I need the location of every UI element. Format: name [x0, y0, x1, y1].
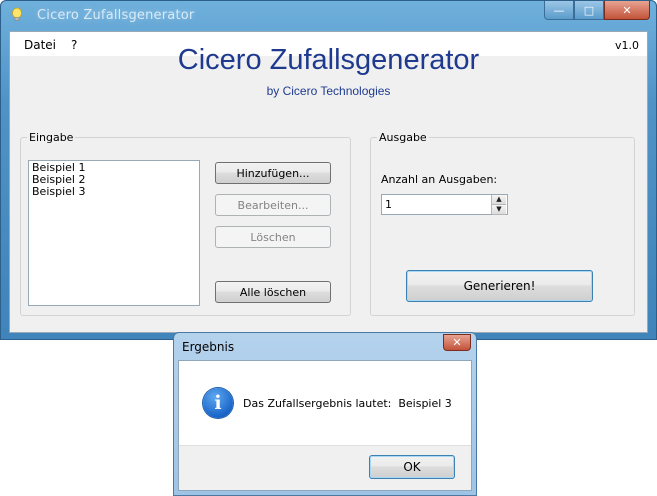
main-window: Cicero Zufallsgenerator — □ ✕ Datei ? v1… [0, 0, 657, 340]
add-button[interactable]: Hinzufügen... [215, 162, 331, 184]
items-listbox[interactable]: Beispiel 1 Beispiel 2 Beispiel 3 [28, 160, 200, 306]
clear-all-button[interactable]: Alle löschen [215, 281, 331, 303]
client-area: Datei ? v1.0 Cicero Zufallsgenerator by … [9, 31, 648, 333]
maximize-button[interactable]: □ [574, 1, 604, 20]
window-title: Cicero Zufallsgenerator [37, 8, 195, 23]
stepper-arrows: ▲ ▼ [491, 195, 507, 215]
generate-button[interactable]: Generieren! [406, 270, 593, 302]
minimize-icon: — [553, 3, 565, 17]
maximize-icon: □ [583, 3, 595, 17]
output-count-label: Anzahl an Ausgaben: [381, 173, 498, 186]
dialog-message: Das Zufallsergebnis lautet: Beispiel 3 [243, 397, 452, 410]
ok-button[interactable]: OK [369, 455, 455, 479]
info-icon: i [203, 388, 233, 418]
dialog-footer: OK [179, 445, 471, 490]
lightbulb-icon [12, 7, 22, 21]
title-bar[interactable]: Cicero Zufallsgenerator — □ ✕ [1, 1, 656, 31]
input-group-legend: Eingabe [29, 131, 74, 144]
app-title: Cicero Zufallsgenerator [177, 44, 480, 76]
minimize-button[interactable]: — [544, 1, 574, 20]
delete-button[interactable]: Löschen [215, 226, 331, 248]
output-count-value: 1 [385, 198, 392, 211]
result-dialog: Ergebnis ✕ i Das Zufallsergebnis lautet:… [173, 332, 477, 496]
stepper-up-icon[interactable]: ▲ [492, 195, 506, 205]
edit-button[interactable]: Bearbeiten... [215, 194, 331, 216]
dialog-title: Ergebnis [182, 340, 235, 354]
output-count-stepper[interactable]: 1 ▲ ▼ [381, 194, 508, 215]
app-subtitle: by Cicero Technologies [266, 84, 391, 98]
close-button[interactable]: ✕ [604, 1, 650, 20]
stepper-down-icon[interactable]: ▼ [492, 205, 506, 215]
close-icon: ✕ [452, 336, 462, 349]
dialog-close-button[interactable]: ✕ [443, 334, 471, 351]
dialog-body: i Das Zufallsergebnis lautet: Beispiel 3… [178, 360, 472, 491]
close-icon: ✕ [622, 3, 632, 17]
caption-buttons: — □ ✕ [544, 1, 650, 21]
output-group-legend: Ausgabe [379, 131, 427, 144]
list-item[interactable]: Beispiel 3 [32, 186, 196, 198]
